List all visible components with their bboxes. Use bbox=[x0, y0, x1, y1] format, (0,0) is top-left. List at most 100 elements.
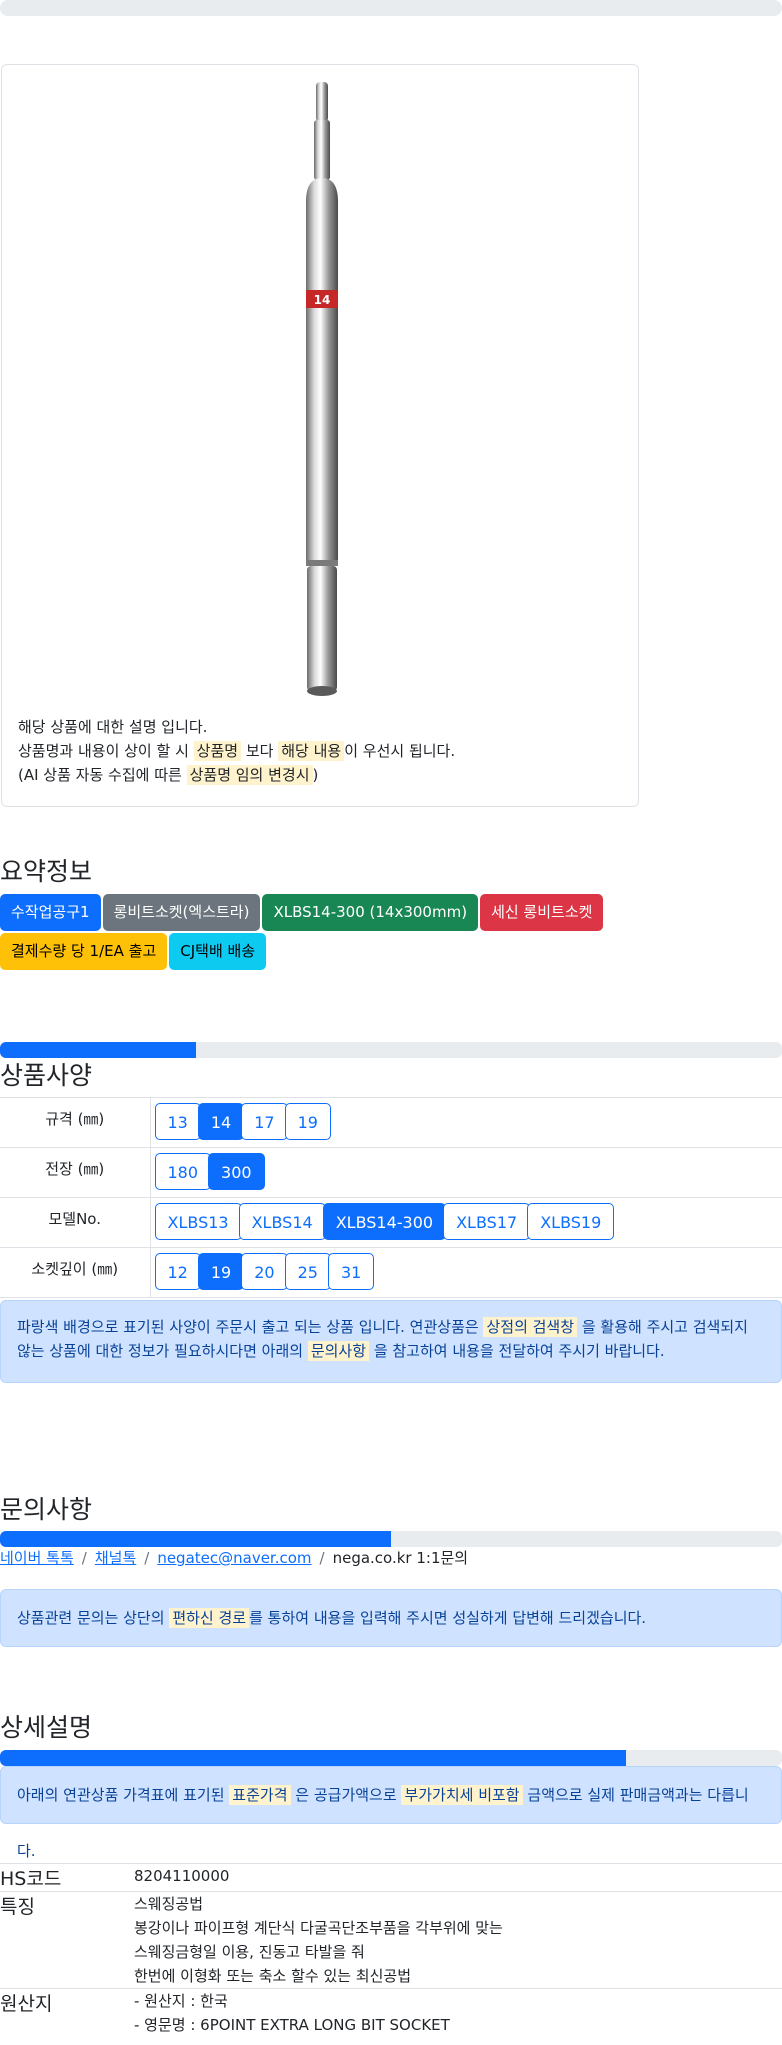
spec-option-button[interactable]: 25 bbox=[284, 1253, 331, 1290]
product-info-table: HS코드 8204110000 특징 스웨징공법 봉강이나 파이프형 계단식 다… bbox=[0, 1863, 782, 2037]
badge-type: 롱비트소켓(엑스트라) bbox=[102, 894, 261, 931]
spec-label: 전장 (㎜) bbox=[0, 1147, 151, 1198]
note-line-3: (AI 상품 자동 수집에 따른 상품명 임의 변경시) bbox=[18, 763, 455, 787]
badge-model: XLBS14-300 (14x300mm) bbox=[262, 894, 479, 931]
size-mark: 14 bbox=[314, 293, 331, 307]
inquiry-progress bbox=[0, 1531, 782, 1547]
alert-text: 아래의 연관상품 가격표에 표기된 bbox=[17, 1786, 225, 1804]
note-text: 이 우선시 됩니다. bbox=[344, 742, 456, 760]
info-line: 한번에 이형화 또는 축소 할수 있는 최신공법 bbox=[134, 1967, 412, 1985]
long-bit-socket-image: 14 bbox=[306, 82, 338, 696]
info-line: 스웨징금형일 이용, 진동고 타발을 줘 bbox=[134, 1943, 365, 1961]
detail-title: 상세설명 bbox=[0, 1713, 93, 1742]
info-value: 8204110000 bbox=[134, 1863, 782, 1892]
spec-option-button[interactable]: 13 bbox=[154, 1103, 201, 1140]
separator: / bbox=[319, 1549, 325, 1567]
highlight-content: 해당 내용 bbox=[278, 741, 345, 761]
spec-title: 상품사양 bbox=[0, 1061, 93, 1090]
spec-label: 모델No. bbox=[0, 1197, 151, 1248]
contact-breadcrumb: 네이버 톡톡 / 채널톡 / negatec@naver.com / nega.co.kr … bbox=[0, 1547, 468, 1568]
product-note: 해당 상품에 대한 설명 입니다. 상품명과 내용이 상이 할 시 상품명 보다… bbox=[18, 715, 455, 787]
naver-talk-link[interactable]: 네이버 톡톡 bbox=[0, 1549, 74, 1567]
email-link[interactable]: negatec@naver.com bbox=[157, 1549, 311, 1567]
inquiry-title: 문의사항 bbox=[0, 1495, 93, 1524]
site-inquiry-text: nega.co.kr 1:1문의 bbox=[332, 1549, 469, 1567]
note-text: ) bbox=[312, 766, 319, 784]
highlight-product-name: 상품명 bbox=[193, 741, 242, 761]
note-line-2: 상품명과 내용이 상이 할 시 상품명 보다 해당 내용 이 우선시 됩니다. bbox=[18, 739, 455, 763]
detail-alert: 아래의 연관상품 가격표에 표기된 표준가격 은 공급가액으로 부가가치세 비포… bbox=[0, 1766, 782, 1860]
spec-alert: 파랑색 배경으로 표기된 사양이 주문시 출고 되는 상품 입니다. 연관상품은… bbox=[0, 1300, 782, 1383]
badge-category: 수작업공구1 bbox=[0, 894, 101, 931]
info-line: 봉강이나 파이프형 계단식 다굴곡단조부품을 각부위에 맞는 bbox=[134, 1919, 503, 1937]
inquiry-alert: 상품관련 문의는 상단의 편하신 경로 를 통하여 내용을 입력해 주시면 성실하… bbox=[0, 1589, 782, 1647]
product-image-card: 14 해당 상품에 대한 설명 입니다. 상품명과 내용이 상이 할 시 상품명… bbox=[1, 64, 639, 807]
spec-progress bbox=[0, 1042, 782, 1058]
spec-options: XLBS13 XLBS14 XLBS14-300 XLBS17 XLBS19 bbox=[150, 1197, 782, 1248]
info-row: HS코드 8204110000 bbox=[0, 1863, 782, 1892]
summary-badges: 수작업공구1 롱비트소켓(엑스트라) XLBS14-300 (14x300mm)… bbox=[0, 894, 640, 970]
spec-option-button[interactable]: 300 bbox=[208, 1153, 265, 1190]
detail-progress bbox=[0, 1750, 782, 1766]
spec-option-button[interactable]: 31 bbox=[327, 1253, 375, 1290]
spec-options: 12 19 20 25 31 bbox=[150, 1247, 782, 1298]
spec-table: 규격 (㎜) 13 14 17 19 전장 (㎜) 180 300 모델No. XLBS… bbox=[0, 1097, 782, 1298]
spec-option-button[interactable]: XLBS14 bbox=[238, 1203, 326, 1240]
alert-text: 상품관련 문의는 상단의 bbox=[17, 1609, 165, 1627]
highlight-inquiry: 문의사항 bbox=[307, 1341, 370, 1361]
alert-text: 은 공급가액으로 bbox=[295, 1786, 397, 1804]
spec-option-button[interactable]: 12 bbox=[154, 1253, 201, 1290]
highlight-standard-price: 표준가격 bbox=[229, 1785, 291, 1805]
inquiry-progress-fill bbox=[0, 1531, 391, 1547]
spec-option-button[interactable]: XLBS14-300 bbox=[322, 1203, 447, 1240]
detail-progress-fill bbox=[0, 1750, 626, 1766]
separator: / bbox=[81, 1549, 87, 1567]
highlight-search: 상점의 검색창 bbox=[483, 1317, 578, 1337]
badge-brand: 세신 롱비트소켓 bbox=[480, 894, 604, 931]
spec-row: 전장 (㎜) 180 300 bbox=[0, 1147, 782, 1198]
summary-title: 요약정보 bbox=[0, 857, 93, 886]
spec-option-button[interactable]: 180 bbox=[154, 1153, 212, 1190]
spec-option-button[interactable]: 19 bbox=[284, 1103, 331, 1140]
spec-options: 13 14 17 19 bbox=[150, 1097, 782, 1148]
spec-option-button[interactable]: 17 bbox=[241, 1103, 288, 1140]
badge-shipping: CJ택배 배송 bbox=[169, 933, 267, 970]
info-line: 8204110000 bbox=[134, 1867, 230, 1885]
info-row: 특징 스웨징공법 봉강이나 파이프형 계단식 다굴곡단조부품을 각부위에 맞는 … bbox=[0, 1891, 782, 1989]
alert-text: 을 참고하여 내용을 전달하여 주시기 바랍니다. bbox=[373, 1342, 665, 1360]
top-bar bbox=[0, 0, 782, 16]
badge-quantity: 결제수량 당 1/EA 출고 bbox=[0, 933, 168, 970]
info-line: - 원산지 : 한국 bbox=[134, 1992, 228, 2010]
spec-option-button[interactable]: XLBS13 bbox=[154, 1203, 242, 1240]
highlight-route: 편하신 경로 bbox=[169, 1608, 250, 1628]
info-row: 원산지 - 원산지 : 한국 - 영문명 : 6POINT EXTRA LONG… bbox=[0, 1988, 782, 2037]
spec-option-button[interactable]: XLBS19 bbox=[527, 1203, 615, 1240]
spec-option-button[interactable]: XLBS17 bbox=[443, 1203, 531, 1240]
info-key: HS코드 bbox=[0, 1863, 134, 1892]
note-text: 보다 bbox=[245, 742, 274, 760]
spec-row: 모델No. XLBS13 XLBS14 XLBS14-300 XLBS17 XLBS19 bbox=[0, 1197, 782, 1248]
note-line-1: 해당 상품에 대한 설명 입니다. bbox=[18, 718, 208, 736]
note-text: 상품명과 내용이 상이 할 시 bbox=[18, 742, 189, 760]
channel-talk-link[interactable]: 채널톡 bbox=[95, 1549, 136, 1567]
info-value: 스웨징공법 봉강이나 파이프형 계단식 다굴곡단조부품을 각부위에 맞는 스웨징… bbox=[134, 1891, 782, 1989]
info-line: - 영문명 : 6POINT EXTRA LONG BIT SOCKET bbox=[134, 2016, 450, 2034]
spec-row: 규격 (㎜) 13 14 17 19 bbox=[0, 1097, 782, 1148]
spec-option-button[interactable]: 20 bbox=[241, 1253, 288, 1290]
info-line: 스웨징공법 bbox=[134, 1895, 204, 1913]
separator: / bbox=[144, 1549, 150, 1567]
alert-text: 파랑색 배경으로 표기된 사양이 주문시 출고 되는 상품 입니다. 연관상품은 bbox=[17, 1318, 479, 1336]
spec-label: 소켓깊이 (㎜) bbox=[0, 1247, 151, 1298]
highlight-name-change: 상품명 임의 변경시 bbox=[186, 765, 313, 785]
spec-row: 소켓깊이 (㎜) 12 19 20 25 31 bbox=[0, 1247, 782, 1298]
spec-label: 규격 (㎜) bbox=[0, 1097, 151, 1148]
alert-text: 를 통하여 내용을 입력해 주시면 성실하게 답변해 드리겠습니다. bbox=[249, 1609, 647, 1627]
spec-option-button[interactable]: 19 bbox=[197, 1253, 245, 1290]
info-key: 원산지 bbox=[0, 1988, 134, 2037]
spec-options: 180 300 bbox=[150, 1147, 782, 1198]
info-key: 특징 bbox=[0, 1891, 134, 1989]
highlight-vat: 부가가치세 비포함 bbox=[401, 1785, 523, 1805]
spec-option-button[interactable]: 14 bbox=[197, 1103, 245, 1140]
info-value: - 원산지 : 한국 - 영문명 : 6POINT EXTRA LONG BIT… bbox=[134, 1988, 782, 2037]
note-text: (AI 상품 자동 수집에 따른 bbox=[18, 766, 182, 784]
